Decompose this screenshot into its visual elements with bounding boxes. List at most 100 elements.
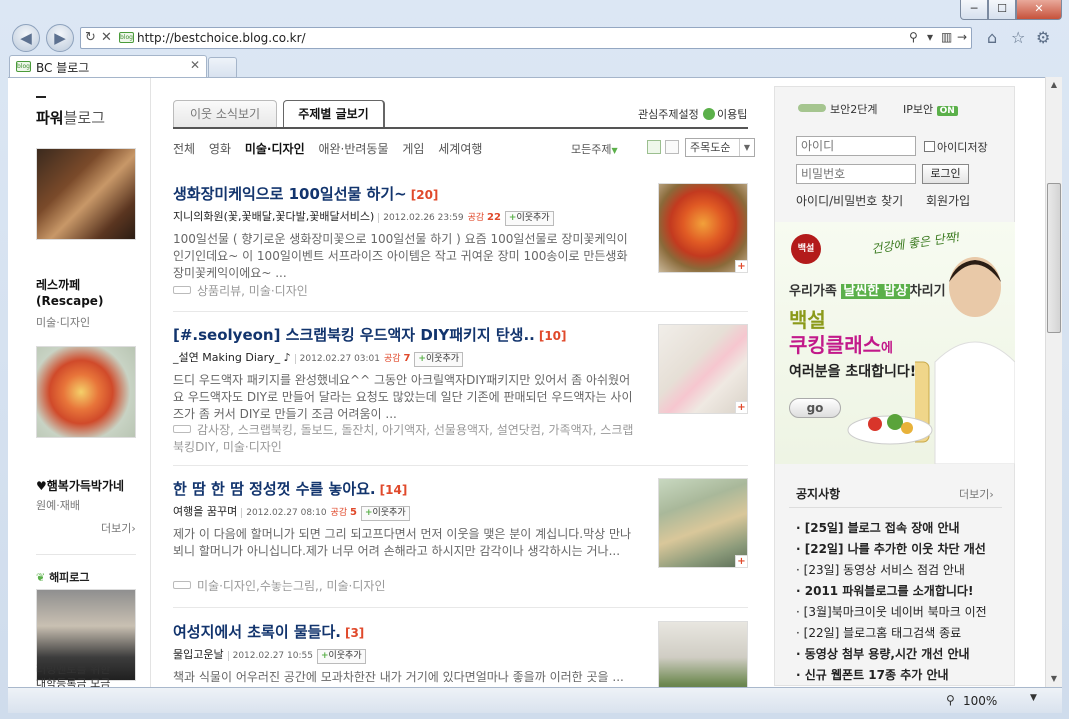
tab-close-icon[interactable]: ✕ bbox=[190, 58, 200, 72]
post-date: 2012.02.27 08:10 bbox=[241, 508, 327, 518]
id-input[interactable] bbox=[796, 136, 916, 156]
tab-neighbor-news[interactable]: 이웃 소식보기 bbox=[173, 100, 277, 128]
notice-item[interactable]: · [22일] 나를 추가한 이웃 차단 개선 bbox=[796, 540, 1011, 557]
browser-tab[interactable]: blog BC 블로그 ✕ bbox=[9, 55, 207, 77]
forward-button[interactable]: ▶ bbox=[46, 24, 74, 52]
signup-link[interactable]: 회원가입 bbox=[926, 192, 970, 209]
post-title[interactable]: [#.seolyeon] 스크랩북킹 우드액자 DIY패키지 탄생.. [10] bbox=[173, 324, 567, 345]
plus-icon[interactable]: + bbox=[735, 401, 748, 414]
more-link[interactable]: 더보기› bbox=[101, 520, 136, 536]
plus-icon[interactable]: + bbox=[735, 555, 748, 568]
ad-banner[interactable]: 백설 건강에 좋은 단짝! 우리가족 날씬한 밥상 차리기 백설 쿠킹클래스에 여… bbox=[775, 222, 1015, 464]
password-input[interactable] bbox=[796, 164, 916, 184]
category-game[interactable]: 게임 bbox=[402, 142, 424, 156]
happylog-item[interactable]: 러빙멘토를 위한 대학등록금 모금 bbox=[36, 663, 110, 687]
brand-dash bbox=[36, 96, 46, 98]
divider bbox=[173, 311, 748, 312]
sort-select[interactable]: 주목도순 ▼ bbox=[685, 138, 755, 157]
post-thumbnail[interactable]: + bbox=[658, 183, 748, 273]
ip-security-toggle[interactable]: IP보안 ON bbox=[903, 101, 958, 117]
home-icon[interactable]: ⌂ bbox=[987, 28, 997, 47]
post-excerpt[interactable]: 100일선물 ( 향기로운 생화장미꽃으로 100일선물 하기 ) 요즘 100… bbox=[173, 231, 638, 282]
post-author[interactable]: 지니의화원(꽃,꽃배달,꽃다발,꽃배달서비스) bbox=[173, 210, 374, 223]
add-neighbor-button[interactable]: +이웃추가 bbox=[316, 649, 366, 664]
url-text[interactable]: http://bestchoice.blog.co.kr/ bbox=[137, 31, 306, 45]
tab-topic-posts[interactable]: 주제별 글보기 bbox=[283, 100, 385, 128]
notice-more-link[interactable]: 더보기› bbox=[959, 486, 994, 502]
go-icon[interactable]: → bbox=[957, 30, 967, 44]
add-neighbor-button[interactable]: +이웃추가 bbox=[360, 506, 410, 521]
stop-icon[interactable]: ✕ bbox=[101, 30, 112, 45]
post-excerpt[interactable]: 책과 식물이 어우러진 공간에 모과차한잔 내가 거기에 있다면얼마나 좋을까 … bbox=[173, 669, 638, 686]
new-tab-button[interactable] bbox=[208, 57, 237, 77]
add-neighbor-button[interactable]: +이웃추가 bbox=[504, 211, 554, 226]
category-nav: 전체 영화 미술·디자인 애완·반려동물 게임 세계여행 bbox=[173, 140, 492, 157]
refresh-icon[interactable]: ↻ bbox=[85, 30, 96, 45]
category-art-design[interactable]: 미술·디자인 bbox=[245, 142, 305, 156]
checkbox-icon bbox=[924, 141, 935, 152]
find-account-link[interactable]: 아이디/비밀번호 찾기 bbox=[796, 192, 903, 209]
usage-tips-link[interactable]: 이용팁 bbox=[703, 106, 747, 122]
notice-item[interactable]: · [25일] 블로그 접속 장애 안내 bbox=[796, 519, 1011, 536]
notice-item[interactable]: · 2011 파워블로그를 소개합니다! bbox=[796, 582, 1011, 599]
compat-view-icon[interactable]: ▥ bbox=[941, 30, 952, 44]
post-excerpt[interactable]: 제가 이 다음에 할머니가 되면 그리 되고프다면서 먼저 이웃을 맺은 분이 … bbox=[173, 526, 638, 560]
back-button[interactable]: ◀ bbox=[12, 24, 40, 52]
thumb-view-icon[interactable] bbox=[665, 140, 679, 154]
interest-settings-link[interactable]: 관심주제설정 bbox=[638, 106, 699, 122]
post-author[interactable]: 여행을 꿈꾸며 bbox=[173, 505, 237, 518]
security-level[interactable]: 보안2단계 bbox=[798, 101, 877, 117]
scroll-up-icon[interactable]: ▲ bbox=[1046, 77, 1062, 93]
zoom-dropdown-icon[interactable]: ▼ bbox=[1030, 693, 1037, 703]
login-button[interactable]: 로그인 bbox=[922, 164, 969, 184]
post-author[interactable]: 물입고운날 bbox=[173, 648, 224, 661]
vertical-scrollbar[interactable]: ▲ ▼ bbox=[1045, 77, 1062, 687]
search-icon[interactable]: ⚲ bbox=[909, 30, 918, 44]
notice-item[interactable]: · [23일] 동영상 서비스 점검 안내 bbox=[796, 561, 1011, 578]
address-bar[interactable]: ↻ ✕ blog http://bestchoice.blog.co.kr/ ⚲… bbox=[80, 27, 972, 49]
scroll-down-icon[interactable]: ▼ bbox=[1046, 671, 1062, 687]
happylog-label: ❦ 해피로그 bbox=[36, 571, 90, 584]
notice-item[interactable]: · 동영상 첨부 용량,시간 개선 안내 bbox=[796, 645, 1011, 662]
post-tags: 미술·디자인,수놓는그림,, 미술·디자인 bbox=[173, 578, 643, 595]
zoom-icon[interactable]: ⚲ bbox=[946, 693, 955, 707]
category-pets[interactable]: 애완·반려동물 bbox=[318, 142, 388, 156]
sympathy-count: 공감 7 bbox=[384, 353, 411, 364]
post-title[interactable]: 생화장미케익으로 100일선물 하기~ [20] bbox=[173, 183, 438, 204]
post-title[interactable]: 여성지에서 초록이 물들다. [3] bbox=[173, 621, 364, 642]
notice-item[interactable]: · 신규 웹폰트 17종 추가 안내 bbox=[796, 666, 1011, 683]
plus-icon[interactable]: + bbox=[735, 260, 748, 273]
minimize-button[interactable]: ─ bbox=[960, 0, 988, 20]
post-excerpt[interactable]: 드디 우드액자 패키지를 완성했네요^^ 그동안 아크릴액자DIY패키지만 있어… bbox=[173, 372, 638, 423]
post-thumbnail[interactable]: + bbox=[658, 478, 748, 568]
succulent-thumbnail[interactable] bbox=[36, 346, 136, 438]
notice-item[interactable]: · [22일] 블로그홈 태그검색 종료 bbox=[796, 624, 1011, 641]
blog-name[interactable]: 레스까페 (Rescape) bbox=[36, 277, 103, 309]
scroll-thumb[interactable] bbox=[1047, 183, 1061, 333]
settings-gear-icon[interactable]: ⚙ bbox=[1036, 28, 1050, 47]
rescape-thumbnail[interactable] bbox=[36, 148, 136, 240]
divider bbox=[36, 554, 136, 555]
ad-go-button[interactable]: go bbox=[789, 398, 841, 418]
category-all[interactable]: 전체 bbox=[173, 142, 195, 156]
list-view-icon[interactable] bbox=[647, 140, 661, 154]
add-neighbor-button[interactable]: +이웃추가 bbox=[414, 352, 464, 367]
post-thumbnail[interactable] bbox=[658, 621, 748, 687]
post-tags: 상품리뷰, 미술·디자인 bbox=[173, 283, 643, 300]
post-title[interactable]: 한 땀 한 땀 정성껏 수를 놓아요. [14] bbox=[173, 478, 407, 499]
post-thumbnail[interactable]: + bbox=[658, 324, 748, 414]
notice-item[interactable]: · [3월]북마크이웃 네이버 북마크 이전 bbox=[796, 603, 1011, 620]
category-travel[interactable]: 세계여행 bbox=[438, 142, 482, 156]
close-window-button[interactable]: ✕ bbox=[1016, 0, 1062, 20]
post-date: 2012.02.27 03:01 bbox=[294, 354, 380, 364]
zoom-level[interactable]: 100% bbox=[963, 694, 997, 708]
blog-name[interactable]: ♥햄복가득박가네 bbox=[36, 478, 124, 494]
category-movie[interactable]: 영화 bbox=[209, 142, 231, 156]
post-author[interactable]: _설연 Making Diary_ ♪ bbox=[173, 351, 291, 364]
post-meta: 물입고운날 2012.02.27 10:55 +이웃추가 bbox=[173, 646, 366, 664]
all-topics-dropdown[interactable]: 모든주제▼ bbox=[571, 141, 618, 157]
maximize-button[interactable]: ☐ bbox=[988, 0, 1016, 20]
save-id-checkbox[interactable]: 아이디저장 bbox=[924, 139, 988, 155]
favorites-star-icon[interactable]: ☆ bbox=[1011, 28, 1025, 47]
dropdown-icon[interactable]: ▾ bbox=[927, 30, 933, 44]
